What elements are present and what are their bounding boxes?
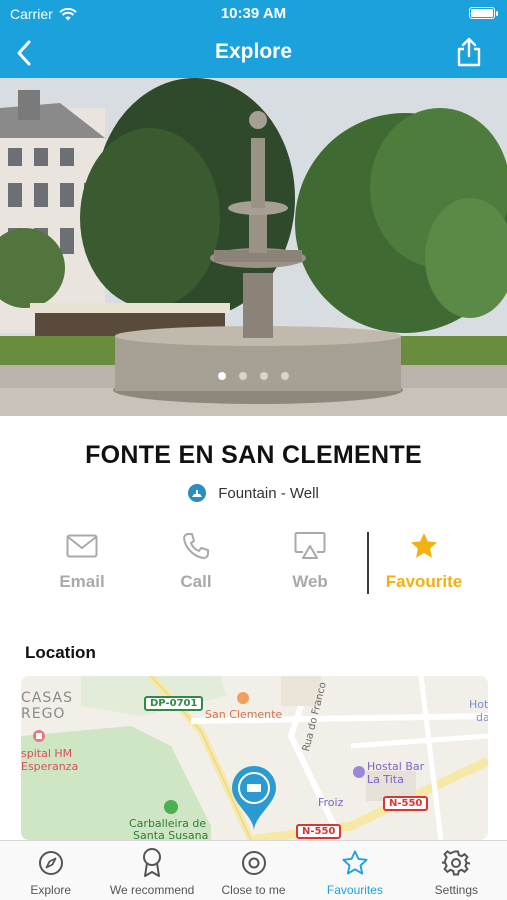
fountain-photo — [0, 78, 507, 416]
compass-icon — [38, 851, 63, 875]
share-icon[interactable] — [455, 36, 483, 68]
tab-explore[interactable]: Explore — [0, 841, 101, 900]
map-label-n550b: N-550 — [296, 824, 342, 839]
place-category: Fountain - Well — [0, 484, 507, 502]
map-label-hostal-2: La Tita — [367, 773, 404, 786]
place-photo[interactable] — [0, 78, 507, 416]
web-button[interactable]: Web — [253, 528, 367, 600]
tab-we-recommend-label: We recommend — [109, 883, 195, 897]
status-time: 10:39 AM — [220, 5, 287, 22]
call-button[interactable]: Call — [139, 528, 253, 600]
fountain-category-icon — [188, 484, 207, 502]
map-label-hospital-2: Esperanza — [21, 760, 79, 773]
action-row: Email Call Web Favourite — [25, 528, 482, 600]
web-label: Web — [292, 572, 328, 591]
status-bar: Carrier 10:39 AM — [0, 0, 507, 28]
tab-we-recommend[interactable]: We recommend — [101, 841, 202, 900]
slide-dot[interactable] — [218, 372, 226, 380]
map-label-carballeira-2: Santa Susana — [133, 829, 209, 840]
slide-dot[interactable] — [260, 372, 268, 380]
map-label-san-clemente: San Clemente — [205, 708, 283, 721]
tab-bar: Explore We recommend Close to me Favouri… — [0, 840, 507, 900]
map-label-hot: Hot — [469, 698, 488, 711]
favourite-label: Favourite — [385, 572, 463, 591]
map-label-dp: DP-0701 — [144, 696, 204, 711]
slide-dot[interactable] — [239, 372, 247, 380]
target-icon — [241, 851, 266, 875]
star-outline-icon — [342, 850, 368, 875]
map-label-n550a: N-550 — [383, 796, 429, 811]
action-divider — [367, 532, 369, 594]
map-label-hostal-1: Hostal Bar — [367, 760, 425, 773]
email-label: Email — [59, 572, 105, 591]
award-icon — [143, 848, 162, 877]
favourite-button[interactable]: Favourite — [367, 528, 481, 600]
place-title: FONTE EN SAN CLEMENTE — [85, 441, 422, 469]
tab-settings[interactable]: Settings — [406, 841, 507, 900]
phone-icon — [183, 533, 209, 559]
tab-explore-label: Explore — [30, 883, 72, 897]
map-background — [21, 676, 488, 840]
location-title: Location — [25, 643, 96, 662]
slide-indicator[interactable] — [0, 372, 507, 380]
gear-icon — [442, 850, 471, 876]
mail-icon — [66, 534, 98, 558]
map-label-da: da — [476, 711, 488, 724]
airplay-icon — [294, 532, 326, 559]
tab-settings-label: Settings — [434, 883, 478, 897]
map-label-rego: REGO — [21, 706, 66, 722]
nav-bar: Explore — [0, 28, 507, 78]
battery-icon — [469, 7, 498, 19]
call-label: Call — [180, 572, 212, 591]
tab-close-to-me-label: Close to me — [221, 883, 286, 897]
map-label-hospital-1: spital HM — [21, 747, 73, 760]
tab-favourites[interactable]: Favourites — [304, 841, 405, 900]
tab-close-to-me[interactable]: Close to me — [203, 841, 304, 900]
map-label-froiz: Froiz — [318, 796, 344, 809]
map-label-casas: CASAS — [21, 690, 73, 706]
star-icon — [411, 533, 437, 558]
category-label: Fountain - Well — [218, 484, 319, 502]
location-map[interactable]: CASAS REGO DP-0701 San Clemente Rua do F… — [21, 676, 488, 840]
email-button[interactable]: Email — [25, 528, 139, 600]
slide-dot[interactable] — [281, 372, 289, 380]
nav-title: Explore — [214, 40, 293, 63]
tab-favourites-label: Favourites — [326, 883, 383, 897]
